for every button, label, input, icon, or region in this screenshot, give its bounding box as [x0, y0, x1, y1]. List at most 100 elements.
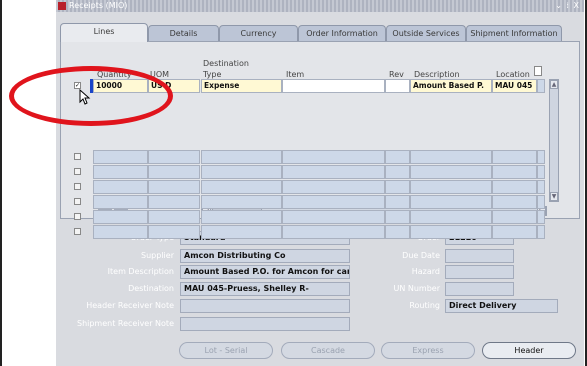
description-field[interactable]: Amount Based P. [410, 79, 492, 93]
grid-cell[interactable] [201, 180, 282, 194]
supplier-label: Supplier [141, 251, 174, 260]
scroll-up-icon[interactable]: ▲ [550, 80, 558, 89]
grid-cell[interactable] [537, 150, 545, 164]
app-icon [58, 2, 66, 10]
header-button[interactable]: Header [482, 342, 576, 359]
row-select-checkbox[interactable] [74, 183, 81, 190]
hazard-label: Hazard [411, 267, 440, 276]
grid-cell[interactable] [201, 225, 282, 239]
grid-cell[interactable] [282, 150, 385, 164]
express-button[interactable]: Express [381, 342, 475, 359]
location-field[interactable]: MAU 045 [492, 79, 537, 93]
item-description-label: Item Description [107, 267, 174, 276]
grid-cell[interactable] [410, 165, 492, 179]
row-select-checkbox[interactable] [74, 228, 81, 235]
window-controls[interactable]: ⌄ ⁞ X [555, 0, 580, 12]
grid-cell[interactable] [148, 210, 200, 224]
header-receiver-note-field [180, 299, 350, 313]
rev-field[interactable] [385, 79, 410, 93]
grid-cell[interactable] [201, 165, 282, 179]
row-select-checkbox[interactable]: ✓ [74, 82, 81, 89]
grid-cell[interactable] [492, 180, 537, 194]
uom-field[interactable]: US D [148, 79, 200, 93]
row-select-checkbox[interactable] [74, 153, 81, 160]
supplier-field: Amcon Distributing Co [180, 249, 350, 263]
grid-cell[interactable] [201, 210, 282, 224]
col-header-rev: Rev [389, 70, 404, 79]
grid-cell[interactable] [492, 150, 537, 164]
grid-cell[interactable] [410, 195, 492, 209]
tab-currency[interactable]: Currency [219, 25, 298, 41]
col-header-description: Description [414, 70, 460, 79]
tab-details[interactable]: Details [148, 25, 219, 41]
due-date-field [445, 249, 514, 263]
grid-cell[interactable] [282, 225, 385, 239]
vertical-scrollbar[interactable]: ▲ ▼ [549, 79, 559, 202]
routing-field: Direct Delivery [445, 299, 558, 313]
grid-cell[interactable] [282, 210, 385, 224]
grid-cell[interactable] [148, 180, 200, 194]
tab-shipment-information[interactable]: Shipment Information [466, 25, 562, 41]
grid-cell[interactable] [385, 225, 410, 239]
cascade-button[interactable]: Cascade [281, 342, 375, 359]
grid-cell[interactable] [410, 210, 492, 224]
mouse-cursor-icon [79, 89, 91, 105]
item-field[interactable] [282, 79, 385, 93]
grid-cell[interactable] [201, 195, 282, 209]
row-select-checkbox[interactable] [74, 198, 81, 205]
row-extra-field[interactable] [537, 79, 545, 93]
grid-cell[interactable] [385, 180, 410, 194]
grid-cell[interactable] [492, 195, 537, 209]
folder-toggle-box[interactable] [534, 66, 542, 76]
grid-cell[interactable] [385, 165, 410, 179]
grid-cell[interactable] [385, 150, 410, 164]
grid-cell[interactable] [201, 150, 282, 164]
grid-cell[interactable] [148, 165, 200, 179]
header-receiver-note-label: Header Receiver Note [86, 301, 174, 310]
destination-field: MAU 045-Pruess, Shelley R- [180, 282, 350, 296]
grid-cell[interactable] [93, 195, 148, 209]
grid-cell[interactable] [282, 195, 385, 209]
grid-cell[interactable] [148, 150, 200, 164]
col-header-uom: UOM [150, 70, 170, 79]
grid-cell[interactable] [537, 165, 545, 179]
tab-order-information[interactable]: Order Information [298, 25, 386, 41]
grid-cell[interactable] [492, 210, 537, 224]
grid-cell[interactable] [93, 165, 148, 179]
grid-cell[interactable] [410, 180, 492, 194]
grid-cell[interactable] [93, 180, 148, 194]
grid-cell[interactable] [282, 165, 385, 179]
grid-cell[interactable] [93, 150, 148, 164]
routing-label: Routing [409, 301, 440, 310]
hazard-field [445, 265, 514, 279]
row-select-checkbox[interactable] [74, 168, 81, 175]
frame-left-border [0, 0, 2, 366]
lot-serial-button[interactable]: Lot - Serial [179, 342, 273, 359]
grid-cell[interactable] [385, 210, 410, 224]
grid-cell[interactable] [537, 180, 545, 194]
grid-cell[interactable] [492, 165, 537, 179]
row-select-checkbox[interactable] [74, 213, 81, 220]
grid-cell[interactable] [148, 195, 200, 209]
grid-cell[interactable] [537, 225, 545, 239]
grid-cell[interactable] [410, 225, 492, 239]
grid-cell[interactable] [492, 225, 537, 239]
quantity-field[interactable]: 10000 [93, 79, 148, 93]
grid-cell[interactable] [93, 225, 148, 239]
destination-type-field[interactable]: Expense [201, 79, 282, 93]
item-description-field: Amount Based P.O. for Amcon for car [180, 265, 350, 279]
tab-lines[interactable]: Lines [60, 23, 148, 42]
shipment-receiver-note-label: Shipment Receiver Note [76, 319, 174, 328]
grid-cell[interactable] [537, 195, 545, 209]
grid-cell[interactable] [537, 210, 545, 224]
tab-outside-services[interactable]: Outside Services [386, 25, 466, 41]
grid-cell[interactable] [93, 210, 148, 224]
shipment-receiver-note-field [180, 317, 350, 331]
col-header-item: Item [286, 70, 305, 79]
grid-cell[interactable] [282, 180, 385, 194]
grid-cell[interactable] [148, 225, 200, 239]
col-header-destination: Destination [203, 59, 249, 68]
grid-cell[interactable] [385, 195, 410, 209]
grid-cell[interactable] [410, 150, 492, 164]
scroll-down-icon[interactable]: ▼ [550, 192, 558, 201]
